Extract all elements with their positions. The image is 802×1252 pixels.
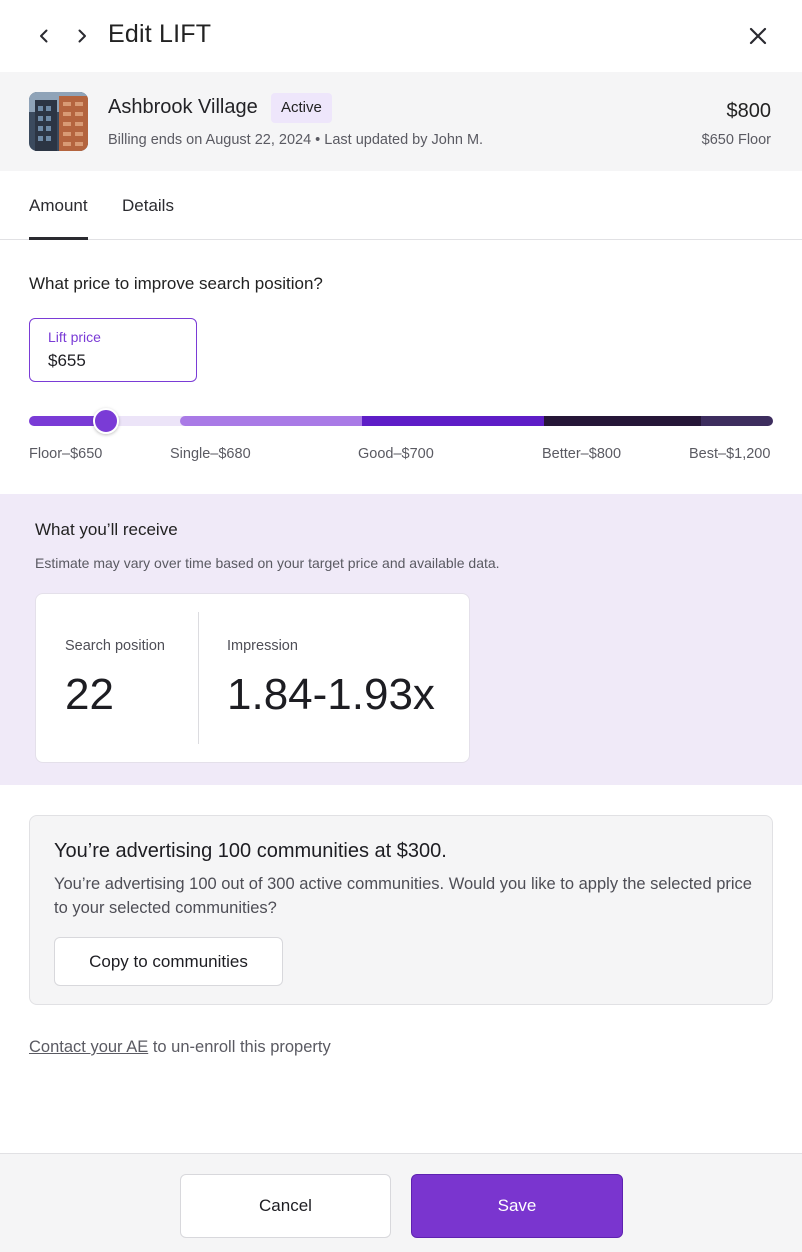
tab-bar: Amount Details	[0, 171, 802, 240]
tier-label-single: Single–$680	[170, 446, 251, 462]
property-summary: Ashbrook Village Active Billing ends on …	[0, 72, 802, 171]
cancel-button[interactable]: Cancel	[180, 1174, 391, 1238]
tier-label-better: Better–$800	[542, 446, 622, 462]
property-meta: Billing ends on August 22, 2024 • Last u…	[108, 132, 484, 148]
impression-label: Impression	[227, 638, 298, 654]
slider-segment-good	[362, 416, 545, 426]
status-badge: Active	[271, 93, 332, 123]
receive-title: What you’ll receive	[35, 520, 178, 539]
lift-price-value: $655	[48, 351, 86, 370]
search-position-label: Search position	[65, 638, 165, 654]
back-button[interactable]	[30, 22, 58, 50]
tier-label-floor: Floor–$650	[29, 446, 103, 462]
close-icon	[749, 27, 767, 45]
price-slider[interactable]	[29, 406, 773, 436]
modal-footer: Cancel Save	[0, 1153, 802, 1252]
contact-line: Contact your AE to un-enroll this proper…	[29, 1038, 331, 1057]
property-price: $800	[726, 100, 772, 122]
impression-value: 1.84-1.93x	[227, 670, 435, 719]
tab-amount[interactable]: Amount	[29, 196, 88, 240]
price-question: What price to improve search position?	[29, 274, 323, 293]
stats-card: Search position 22 Impression 1.84-1.93x	[35, 593, 470, 763]
slider-segment-best	[701, 416, 773, 426]
receive-note: Estimate may vary over time based on you…	[35, 555, 500, 571]
advertising-title: You’re advertising 100 communities at $3…	[54, 840, 447, 862]
slider-thumb[interactable]	[93, 408, 119, 434]
lift-price-label: Lift price	[48, 329, 101, 345]
search-position-value: 22	[65, 670, 114, 719]
chevron-left-icon	[40, 29, 48, 43]
property-floor-price: $650 Floor	[701, 132, 771, 148]
contact-ae-link[interactable]: Contact your AE	[29, 1038, 148, 1056]
slider-segment-single	[180, 416, 363, 426]
property-name: Ashbrook Village	[108, 96, 258, 118]
contact-rest-text: to un-enroll this property	[148, 1038, 331, 1056]
receive-panel: What you’ll receive Estimate may vary ov…	[0, 494, 802, 785]
tier-label-best: Best–$1,200	[689, 446, 771, 462]
tab-details[interactable]: Details	[122, 196, 174, 216]
advertising-notice: You’re advertising 100 communities at $3…	[29, 815, 773, 1005]
save-button[interactable]: Save	[411, 1174, 623, 1238]
lift-price-field[interactable]: Lift price $655	[29, 318, 197, 382]
modal-header: Edit LIFT	[0, 0, 802, 72]
forward-button[interactable]	[68, 22, 96, 50]
chevron-right-icon	[78, 29, 86, 43]
advertising-text: You’re advertising 100 out of 300 active…	[54, 875, 752, 917]
stats-divider	[198, 612, 199, 744]
slider-segment-better	[544, 416, 702, 426]
property-thumbnail	[29, 92, 88, 151]
modal-title: Edit LIFT	[108, 20, 212, 48]
close-button[interactable]	[744, 22, 772, 50]
tier-label-good: Good–$700	[358, 446, 434, 462]
copy-to-communities-button[interactable]: Copy to communities	[54, 937, 283, 986]
